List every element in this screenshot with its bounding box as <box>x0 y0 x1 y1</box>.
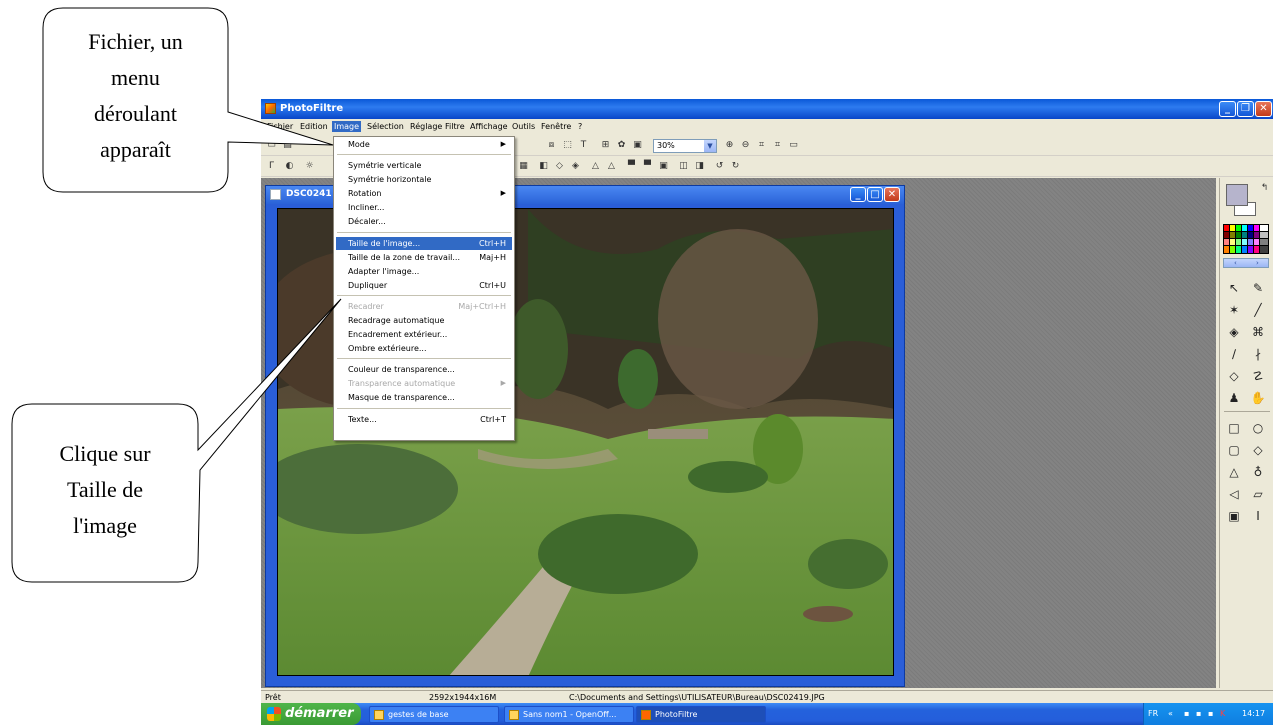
callout-line: déroulant <box>93 101 178 126</box>
screenshot-stage: PhotoFiltre _ ❐ ✕ Fichier Edition Image … <box>0 0 1273 725</box>
callout-line: menu <box>111 65 160 90</box>
top-callout-text: Fichier, un menu déroulant apparaît <box>43 24 228 168</box>
callout-line: Taille de <box>66 477 144 502</box>
callout-line: Fichier, un <box>88 29 183 54</box>
callout-line: l'image <box>73 513 137 538</box>
bottom-callout-text: Clique sur Taille de l'image <box>12 436 198 544</box>
callout-line: apparaît <box>100 137 171 162</box>
callout-line: Clique sur <box>59 441 151 466</box>
